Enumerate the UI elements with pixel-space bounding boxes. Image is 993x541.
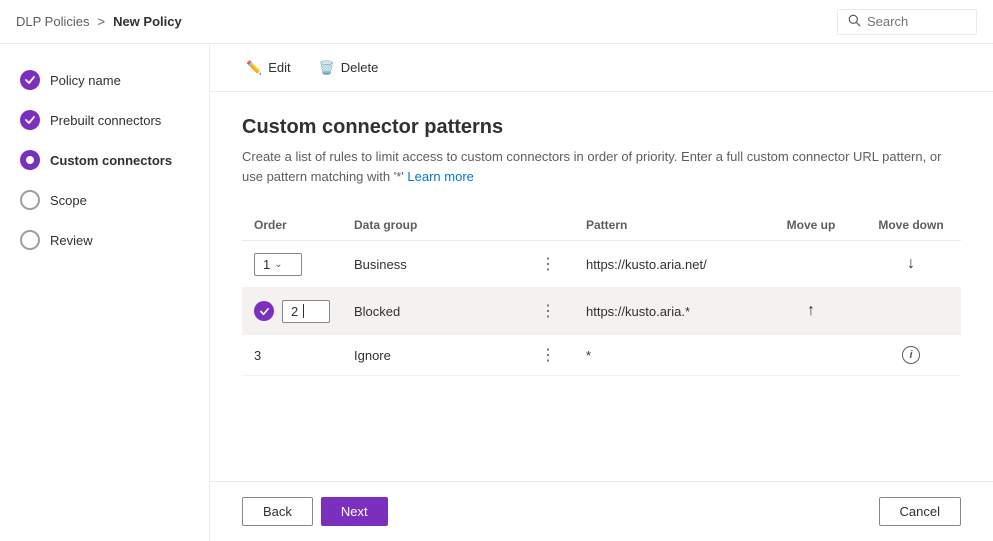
row-check-2 xyxy=(254,301,274,321)
page-content: Custom connector patterns Create a list … xyxy=(210,92,993,481)
main-layout: Policy name Prebuilt connectors Custom c… xyxy=(0,44,993,541)
search-box[interactable] xyxy=(837,9,977,35)
sidebar-check-policy-name xyxy=(20,70,40,90)
breadcrumb-current: New Policy xyxy=(113,14,182,29)
order-cell-3: 3 xyxy=(242,335,342,376)
moveup-cell-3 xyxy=(761,335,861,376)
footer: Back Next Cancel xyxy=(210,481,993,541)
dots-cell-2[interactable]: ⋮ xyxy=(522,288,574,335)
patterns-table: Order Data group Pattern Move up Move do… xyxy=(242,210,961,376)
info-icon-3: i xyxy=(902,346,920,364)
page-title: Custom connector patterns xyxy=(242,116,961,139)
datagroup-cell-1: Business xyxy=(342,241,522,288)
sidebar-dot-custom xyxy=(20,150,40,170)
moveup-cell-2[interactable]: ↑ xyxy=(761,288,861,335)
order-cell-2: 2 xyxy=(242,288,342,335)
pattern-cell-2: https://kusto.aria.* xyxy=(574,288,761,335)
sidebar-item-review[interactable]: Review xyxy=(0,220,209,260)
datagroup-cell-3: Ignore xyxy=(342,335,522,376)
sidebar-check-review xyxy=(20,230,40,250)
edit-button[interactable]: ✏️ Edit xyxy=(234,54,303,82)
breadcrumb-separator: > xyxy=(97,14,105,29)
sidebar-item-custom-connectors[interactable]: Custom connectors xyxy=(0,140,209,180)
pattern-value-2: https://kusto.aria.* xyxy=(586,304,690,319)
sidebar-item-scope[interactable]: Scope xyxy=(0,180,209,220)
sidebar-check-prebuilt xyxy=(20,110,40,130)
datagroup-value-3: Ignore xyxy=(354,348,391,363)
info-cell-3: i xyxy=(861,335,961,376)
cancel-button[interactable]: Cancel xyxy=(879,497,961,526)
learn-more-link[interactable]: Learn more xyxy=(407,169,473,184)
delete-label: Delete xyxy=(341,60,379,75)
sidebar-label-policy-name: Policy name xyxy=(50,73,121,88)
order-dropdown-1[interactable]: 1 ⌄ xyxy=(254,253,302,276)
sidebar-label-scope: Scope xyxy=(50,193,87,208)
search-input[interactable] xyxy=(867,14,966,29)
col-header-moveup: Move up xyxy=(761,210,861,241)
pattern-cell-1: https://kusto.aria.net/ xyxy=(574,241,761,288)
order-number-3: 3 xyxy=(254,348,261,363)
back-button[interactable]: Back xyxy=(242,497,313,526)
order-dropdown-2[interactable]: 2 xyxy=(282,300,330,323)
content-area: ✏️ Edit 🗑️ Delete Custom connector patte… xyxy=(210,44,993,541)
delete-button[interactable]: 🗑️ Delete xyxy=(307,54,391,82)
sidebar-item-policy-name[interactable]: Policy name xyxy=(0,60,209,100)
edit-icon: ✏️ xyxy=(246,60,262,76)
next-button[interactable]: Next xyxy=(321,497,388,526)
toolbar: ✏️ Edit 🗑️ Delete xyxy=(210,44,993,92)
sidebar-check-scope xyxy=(20,190,40,210)
datagroup-value-2: Blocked xyxy=(354,304,400,319)
action-dots-3[interactable]: ⋮ xyxy=(534,345,562,366)
action-dots-2[interactable]: ⋮ xyxy=(534,301,562,322)
col-header-movedown: Move down xyxy=(861,210,961,241)
sidebar: Policy name Prebuilt connectors Custom c… xyxy=(0,44,210,541)
delete-icon: 🗑️ xyxy=(319,60,335,76)
pattern-value-3: * xyxy=(586,348,591,363)
pattern-value-1: https://kusto.aria.net/ xyxy=(586,257,707,272)
sidebar-label-custom: Custom connectors xyxy=(50,153,172,168)
top-bar: DLP Policies > New Policy xyxy=(0,0,993,44)
movedown-cell-1[interactable]: ↓ xyxy=(861,241,961,288)
dots-cell-3[interactable]: ⋮ xyxy=(522,335,574,376)
table-row: 1 ⌄ Business ⋮ https://kusto.a xyxy=(242,241,961,288)
dots-cell-1[interactable]: ⋮ xyxy=(522,241,574,288)
page-description: Create a list of rules to limit access t… xyxy=(242,147,961,186)
sidebar-label-prebuilt: Prebuilt connectors xyxy=(50,113,161,128)
sidebar-item-prebuilt-connectors[interactable]: Prebuilt connectors xyxy=(0,100,209,140)
movedown-button-1[interactable]: ↓ xyxy=(899,251,923,277)
action-dots-1[interactable]: ⋮ xyxy=(534,254,562,275)
table-row: 3 Ignore ⋮ * i xyxy=(242,335,961,376)
col-header-dots xyxy=(522,210,574,241)
col-header-datagroup: Data group xyxy=(342,210,522,241)
datagroup-value-1: Business xyxy=(354,257,407,272)
col-header-order: Order xyxy=(242,210,342,241)
col-header-pattern: Pattern xyxy=(574,210,761,241)
pattern-cell-3: * xyxy=(574,335,761,376)
breadcrumb: DLP Policies > New Policy xyxy=(16,14,182,29)
moveup-button-2[interactable]: ↑ xyxy=(799,298,823,324)
moveup-cell-1 xyxy=(761,241,861,288)
table-row: 2 Blocked ⋮ https://kusto.ari xyxy=(242,288,961,335)
datagroup-cell-2: Blocked xyxy=(342,288,522,335)
order-cell-1: 1 ⌄ xyxy=(242,241,342,288)
edit-label: Edit xyxy=(268,60,290,75)
movedown-cell-2 xyxy=(861,288,961,335)
search-icon xyxy=(848,14,861,30)
footer-left: Back Next xyxy=(242,497,388,526)
breadcrumb-parent[interactable]: DLP Policies xyxy=(16,14,89,29)
sidebar-label-review: Review xyxy=(50,233,93,248)
